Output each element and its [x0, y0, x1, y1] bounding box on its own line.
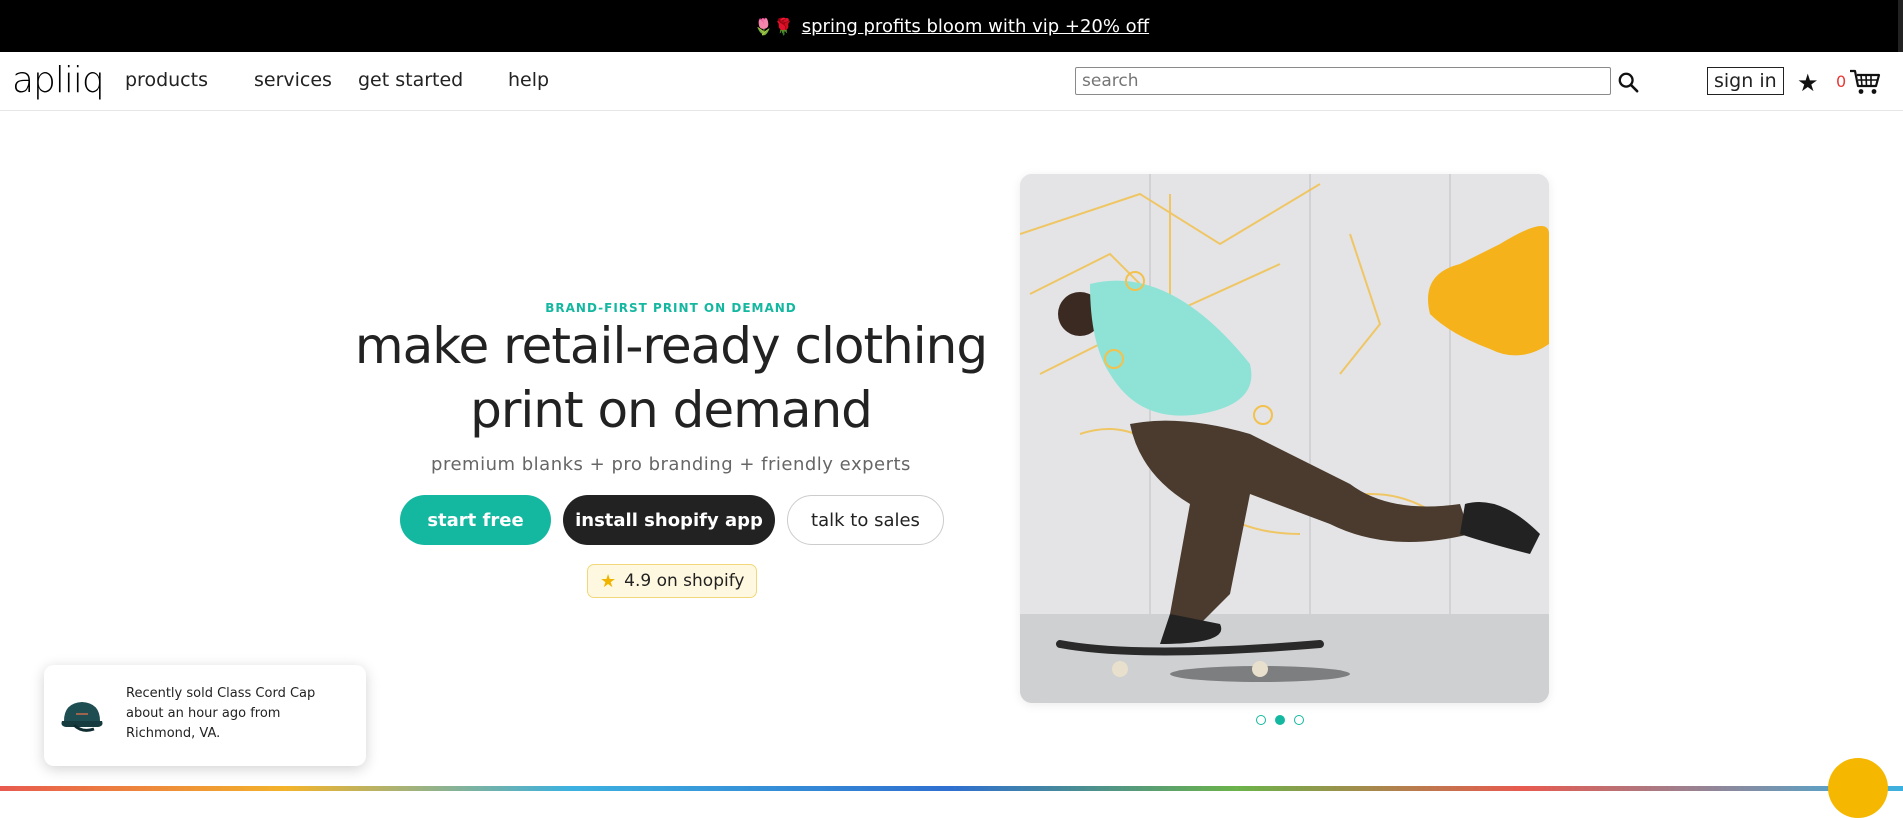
sign-in-button[interactable]: sign in [1707, 67, 1784, 95]
nav-get-started[interactable]: get started [358, 69, 463, 91]
nav-services[interactable]: services [254, 69, 332, 91]
nav-help[interactable]: help [508, 69, 549, 91]
carousel-dots [1256, 715, 1304, 725]
cap-product-thumbnail [61, 702, 103, 732]
footer-color-strip [0, 786, 1903, 791]
rating-star-icon: ★ [600, 570, 617, 592]
window-edge [1898, 0, 1903, 52]
carousel-dot-3[interactable] [1294, 715, 1304, 725]
site-header: apliiq products services get started hel… [0, 52, 1903, 111]
promo-banner: 🌷🌹 spring profits bloom with vip +20% of… [0, 0, 1903, 52]
install-shopify-app-button[interactable]: install shopify app [563, 495, 775, 545]
rating-text: 4.9 on shopify [624, 571, 745, 591]
calendar-chat-widget[interactable] [1828, 758, 1888, 818]
shopify-rating-badge: ★ 4.9 on shopify [587, 564, 758, 598]
flower-emoji-icon: 🌷🌹 [753, 16, 794, 36]
talk-to-sales-button[interactable]: talk to sales [787, 495, 944, 545]
promo-link[interactable]: spring profits bloom with vip +20% off [802, 16, 1149, 37]
recent-sale-popup[interactable]: Recently sold Class Cord Cap about an ho… [44, 665, 366, 766]
carousel-dot-1[interactable] [1256, 715, 1266, 725]
cart-count: 0 [1836, 72, 1847, 91]
favorites-star-icon[interactable]: ★ [1797, 69, 1819, 97]
start-free-button[interactable]: start free [400, 495, 551, 545]
carousel-dot-2[interactable] [1275, 715, 1285, 725]
cart-icon[interactable] [1849, 68, 1881, 96]
search-input[interactable] [1075, 67, 1611, 95]
recent-sale-message: Recently sold Class Cord Cap about an ho… [126, 686, 316, 741]
search-icon[interactable] [1617, 71, 1639, 93]
hero-skateboarder-image [1020, 174, 1549, 703]
apliiq-logo[interactable]: apliiq [12, 60, 105, 101]
nav-products[interactable]: products [125, 69, 208, 91]
